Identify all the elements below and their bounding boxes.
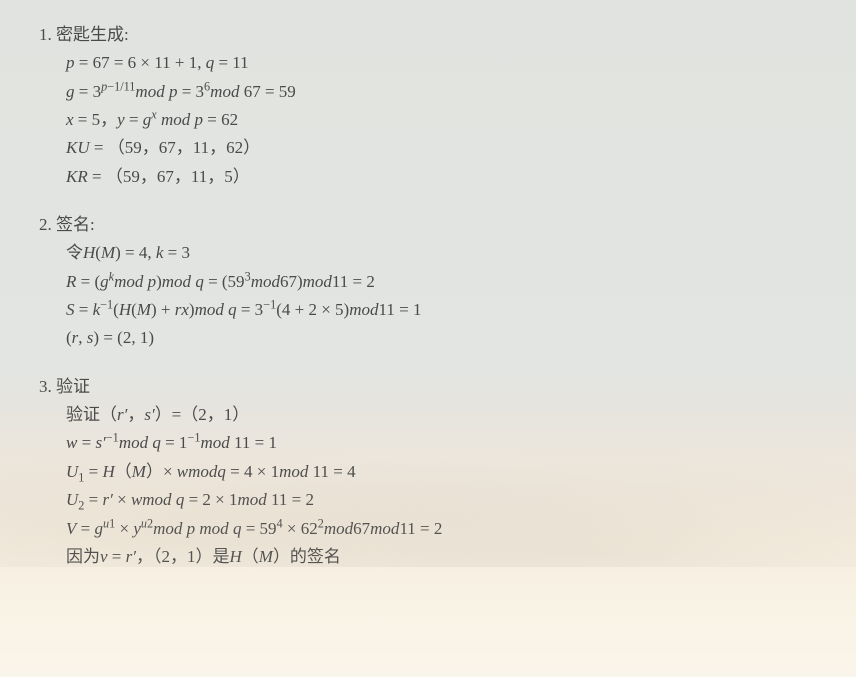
section-verify: 验证 验证（r′，s′）=（2，1） w = s′−1mod q = 1−1mo… bbox=[56, 374, 828, 570]
section-body: 令H(M) = 4, k = 3 R = (gkmod p)mod q = (5… bbox=[56, 240, 828, 351]
eq-line: g = 3p−1/11mod p = 36mod 67 = 59 bbox=[66, 79, 828, 105]
eq-line: U1 = H（M）× wmodq = 4 × 1mod 11 = 4 bbox=[66, 459, 828, 485]
section-heading: 签名: bbox=[56, 212, 828, 238]
document-page: 密匙生成: p = 67 = 6 × 11 + 1, q = 11 g = 3p… bbox=[0, 0, 856, 570]
eq-line: R = (gkmod p)mod q = (593mod67)mod11 = 2 bbox=[66, 269, 828, 295]
eq-line: x = 5，y = gx mod p = 62 bbox=[66, 107, 828, 133]
section-heading: 密匙生成: bbox=[56, 22, 828, 48]
section-body: 验证（r′，s′）=（2，1） w = s′−1mod q = 1−1mod 1… bbox=[56, 402, 828, 570]
section-keygen: 密匙生成: p = 67 = 6 × 11 + 1, q = 11 g = 3p… bbox=[56, 22, 828, 190]
eq-line: V = gu1 × yu2mod p mod q = 594 × 622mod6… bbox=[66, 516, 828, 542]
eq-line: p = 67 = 6 × 11 + 1, q = 11 bbox=[66, 50, 828, 76]
eq-line: 因为v = r′，（2，1）是H（M）的签名 bbox=[66, 544, 828, 570]
eq-line: S = k−1(H(M) + rx)mod q = 3−1(4 + 2 × 5)… bbox=[66, 297, 828, 323]
eq-line: KU = （59，67，11，62） bbox=[66, 135, 828, 161]
eq-line: U2 = r′ × wmod q = 2 × 1mod 11 = 2 bbox=[66, 487, 828, 513]
eq-line: (r, s) = (2, 1) bbox=[66, 325, 828, 351]
section-sign: 签名: 令H(M) = 4, k = 3 R = (gkmod p)mod q … bbox=[56, 212, 828, 352]
section-list: 密匙生成: p = 67 = 6 × 11 + 1, q = 11 g = 3p… bbox=[36, 22, 828, 570]
section-heading: 验证 bbox=[56, 374, 828, 400]
eq-line: 令H(M) = 4, k = 3 bbox=[66, 240, 828, 266]
section-body: p = 67 = 6 × 11 + 1, q = 11 g = 3p−1/11m… bbox=[56, 50, 828, 190]
eq-line: KR = （59，67，11，5） bbox=[66, 164, 828, 190]
eq-line: 验证（r′，s′）=（2，1） bbox=[66, 402, 828, 428]
eq-line: w = s′−1mod q = 1−1mod 11 = 1 bbox=[66, 430, 828, 456]
